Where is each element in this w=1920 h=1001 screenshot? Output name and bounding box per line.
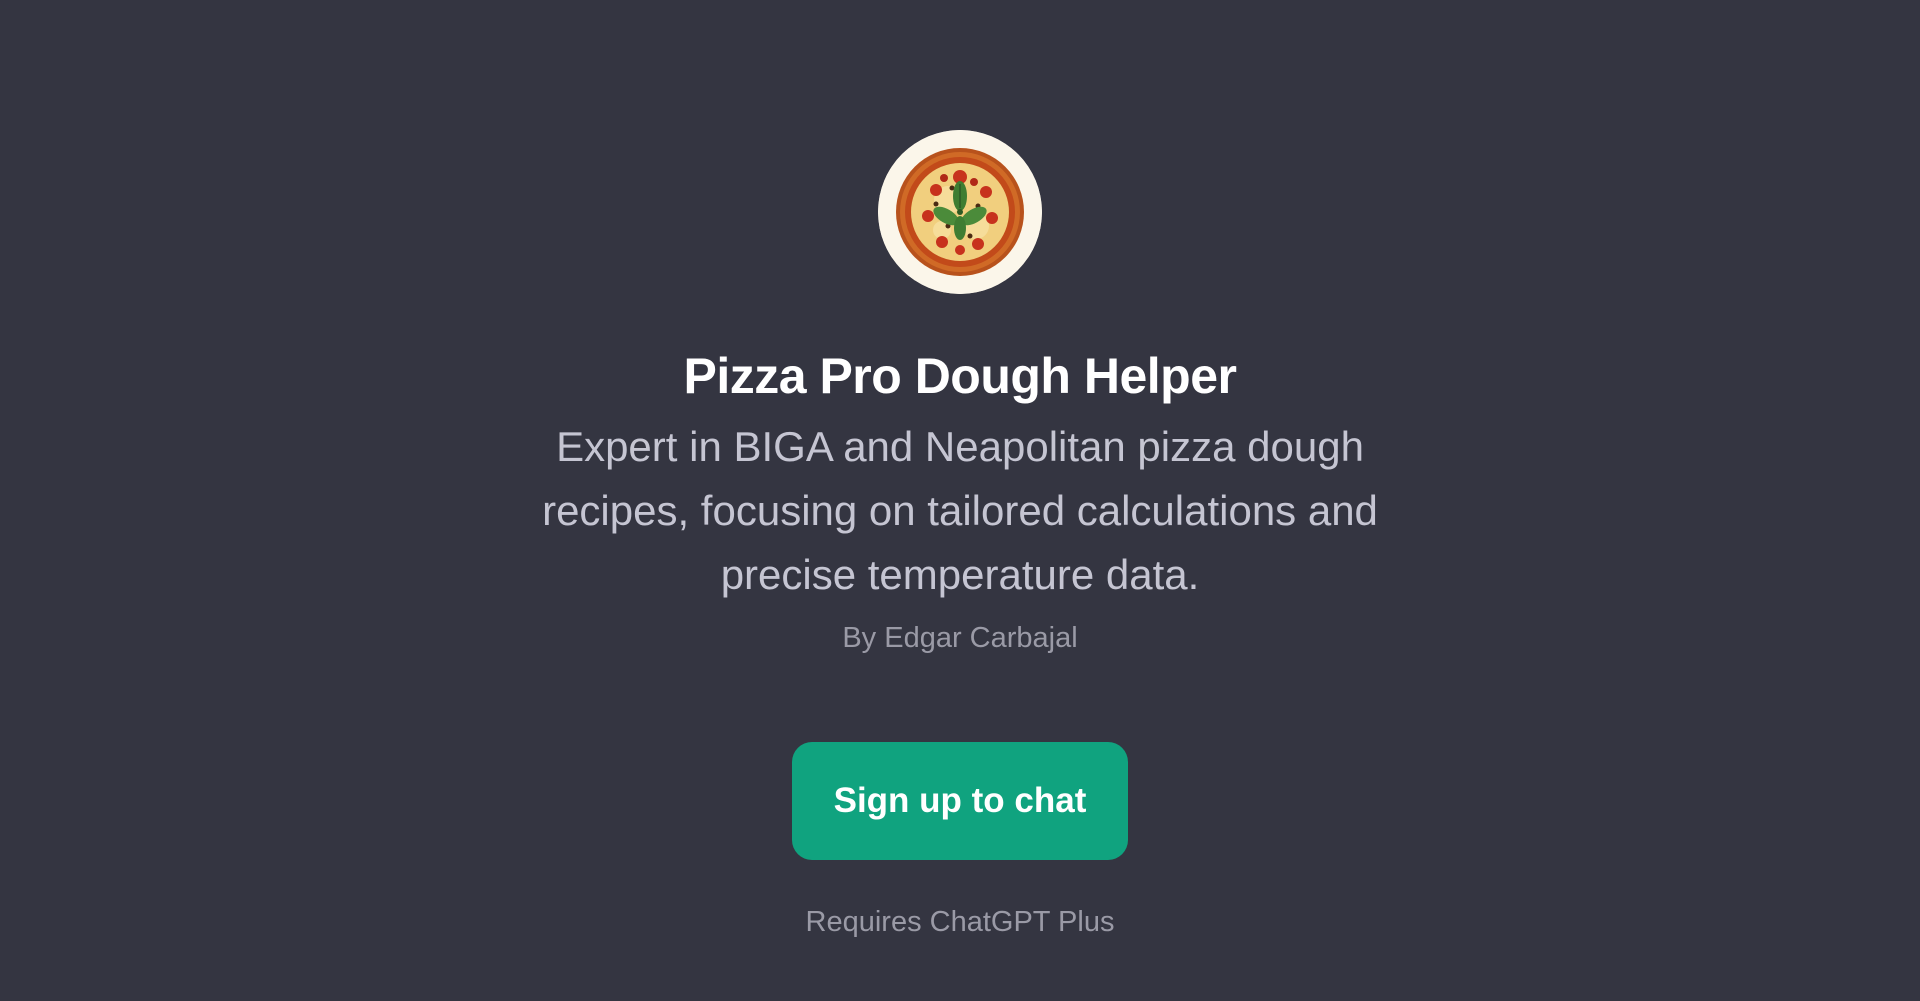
gpt-avatar (878, 130, 1042, 294)
gpt-landing-page: Pizza Pro Dough Helper Expert in BIGA an… (0, 0, 1920, 1001)
sign-up-to-chat-button[interactable]: Sign up to chat (792, 742, 1128, 860)
requires-plus-note: Requires ChatGPT Plus (805, 906, 1115, 938)
gpt-description: Expert in BIGA and Neapolitan pizza doug… (542, 423, 1378, 598)
gpt-title: Pizza Pro Dough Helper (683, 348, 1237, 404)
gpt-author: By Edgar Carbajal (842, 622, 1078, 654)
pizza-icon (878, 130, 1042, 294)
